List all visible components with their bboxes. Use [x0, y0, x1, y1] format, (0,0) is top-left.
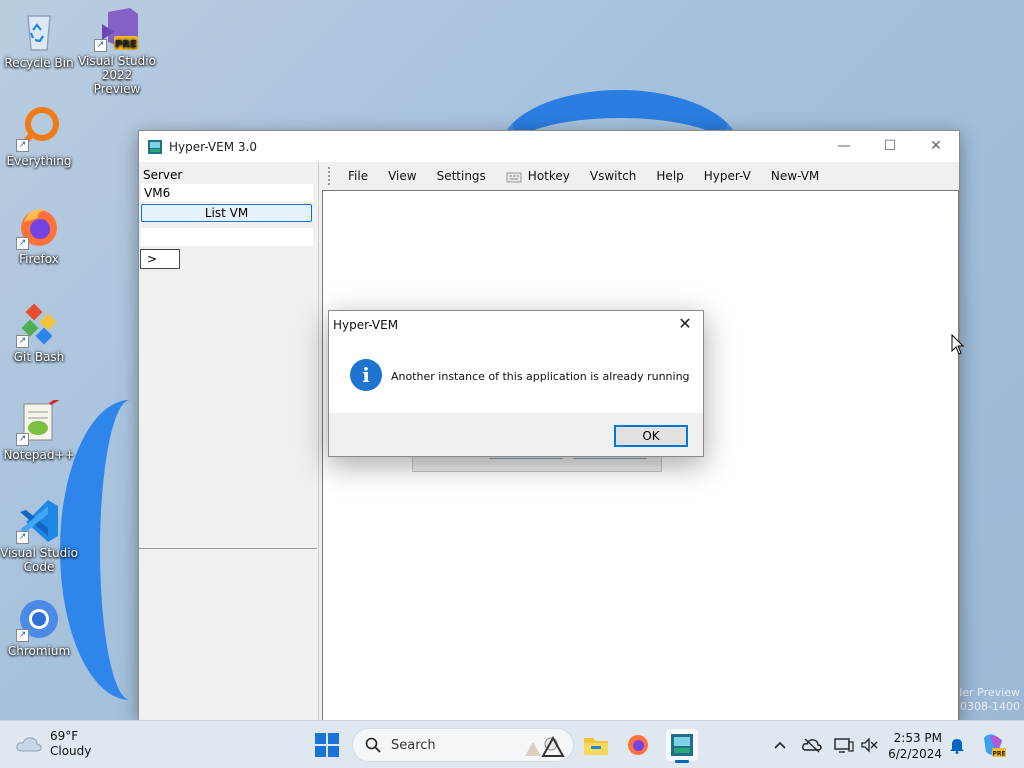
menu-new-vm[interactable]: New-VM: [761, 165, 829, 187]
desktop-icon-label: Chromium: [7, 644, 71, 658]
shortcut-arrow-icon: ↗: [16, 433, 29, 446]
desktop-icon-recycle-bin[interactable]: Recycle Bin: [0, 8, 78, 70]
close-button[interactable]: ✕: [913, 131, 959, 161]
vscode-icon: ↗: [16, 498, 62, 544]
menu-vswitch[interactable]: Vswitch: [580, 165, 647, 187]
desktop-icon-label: Notepad++: [3, 448, 75, 462]
everything-search-icon: ↗: [16, 106, 62, 152]
keyboard-icon: [506, 172, 522, 182]
search-highlight-icon: [525, 735, 565, 757]
dialog-title: Hyper-VEM: [333, 318, 399, 332]
search-icon: [365, 737, 381, 753]
desktop-icon-label: Git Bash: [13, 350, 65, 364]
maximize-button[interactable]: ☐: [867, 131, 913, 161]
shortcut-arrow-icon: ↗: [94, 39, 107, 52]
notepad-plus-plus-icon: ↗: [16, 396, 62, 446]
git-bash-icon: ↗: [16, 302, 62, 348]
clock-date: 6/2/2024: [888, 747, 942, 761]
weather-description: Cloudy: [50, 744, 92, 758]
desktop-icon-chromium[interactable]: ↗ Chromium: [0, 596, 78, 658]
menu-settings[interactable]: Settings: [427, 165, 496, 187]
lower-left-panel: [139, 549, 317, 722]
taskbar: 69°F Cloudy Search 2:53 PM 6/2/2024 PRE: [0, 720, 1024, 768]
dialog-close-button[interactable]: ✕: [675, 313, 695, 335]
server-label: Server: [143, 168, 183, 182]
toolbar-grip[interactable]: [328, 166, 332, 185]
cloud-icon: [16, 737, 42, 752]
svg-text:PRE: PRE: [115, 39, 137, 50]
desktop-icon-vscode[interactable]: ↗ Visual Studio Code: [0, 498, 78, 574]
clock-time: 2:53 PM: [893, 731, 942, 745]
taskbar-file-explorer[interactable]: [580, 729, 612, 761]
minimize-button[interactable]: —: [821, 131, 867, 161]
menu-hotkey[interactable]: Hotkey: [496, 165, 580, 187]
taskbar-hyper-vem[interactable]: [666, 729, 698, 763]
hyper-vem-app-icon: [671, 734, 693, 756]
shortcut-arrow-icon: ↗: [16, 531, 29, 544]
desktop-icon-notepad-plus-plus[interactable]: ↗ Notepad++: [0, 396, 78, 462]
menu-bar: File View Settings Hotkey Vswitch Help H…: [322, 162, 959, 189]
hyper-vem-app-icon: [148, 139, 162, 154]
notification-bell-icon[interactable]: [947, 735, 967, 755]
desktop-icon-label: Recycle Bin: [4, 56, 74, 70]
list-vm-button[interactable]: List VM: [141, 204, 312, 222]
show-hidden-icons-chevron-up-icon[interactable]: [770, 735, 790, 755]
copilot-preview-icon[interactable]: PRE: [980, 732, 1006, 758]
left-panel: Server VM6 List VM >: [139, 162, 319, 722]
windows-start-icon[interactable]: [314, 732, 340, 758]
desktop-icon-label: Visual Studio Code: [0, 546, 78, 574]
watermark-line: der Preview: [955, 686, 1020, 699]
filter-input[interactable]: [141, 228, 313, 246]
shortcut-arrow-icon: ↗: [16, 335, 29, 348]
active-app-indicator: [675, 760, 689, 763]
svg-text:PRE: PRE: [992, 751, 1005, 758]
shortcut-arrow-icon: ↗: [16, 237, 29, 250]
window-title: Hyper-VEM 3.0: [169, 139, 257, 154]
desktop-icon-visual-studio-preview[interactable]: PRE ↗ Visual Studio 2022 Preview: [78, 6, 156, 96]
desktop-icon-label: Visual Studio 2022 Preview: [78, 54, 156, 96]
taskbar-clock[interactable]: 2:53 PM 6/2/2024: [886, 730, 942, 762]
recycle-bin-icon: [16, 8, 62, 54]
desktop-icon-firefox[interactable]: ↗ Firefox: [0, 204, 78, 266]
message-dialog: Hyper-VEM ✕ i Another instance of this a…: [328, 310, 704, 457]
chromium-icon: ↗: [16, 596, 62, 642]
onedrive-icon[interactable]: [802, 735, 822, 755]
weather-widget[interactable]: 69°F Cloudy: [16, 729, 91, 759]
command-prompt-box[interactable]: >: [140, 249, 180, 269]
network-display-icon[interactable]: [834, 735, 854, 755]
window-controls: — ☐ ✕: [821, 131, 959, 161]
desktop-icon-label: Firefox: [19, 252, 59, 266]
watermark-line: 40308-1400: [953, 700, 1020, 713]
visual-studio-preview-icon: PRE ↗: [94, 6, 140, 52]
weather-temperature: 69°F: [50, 729, 79, 743]
desktop-icon-git-bash[interactable]: ↗ Git Bash: [0, 302, 78, 364]
shortcut-arrow-icon: ↗: [16, 139, 29, 152]
folder-icon: [584, 738, 608, 755]
firefox-icon: [628, 735, 648, 755]
window-titlebar[interactable]: Hyper-VEM 3.0 — ☐ ✕: [139, 131, 959, 162]
menu-view[interactable]: View: [378, 165, 426, 187]
taskbar-firefox[interactable]: [622, 729, 654, 761]
search-placeholder: Search: [391, 737, 436, 753]
mouse-cursor-icon: [951, 334, 965, 355]
desktop-icon-label: Everything: [6, 154, 72, 168]
taskbar-search[interactable]: Search: [352, 728, 574, 762]
desktop-watermark: der Preview 40308-1400: [953, 686, 1020, 714]
firefox-icon: ↗: [16, 204, 62, 250]
menu-hyperv[interactable]: Hyper-V: [694, 165, 761, 187]
dialog-message: Another instance of this application is …: [391, 370, 690, 383]
menu-help[interactable]: Help: [646, 165, 693, 187]
info-icon: i: [350, 359, 382, 391]
server-input[interactable]: VM6: [141, 184, 313, 202]
shortcut-arrow-icon: ↗: [16, 629, 29, 642]
volume-muted-icon[interactable]: [859, 735, 879, 755]
desktop-icon-everything[interactable]: ↗ Everything: [0, 106, 78, 168]
ok-button[interactable]: OK: [614, 425, 688, 447]
menu-file[interactable]: File: [338, 165, 378, 187]
menu-hotkey-label: Hotkey: [527, 168, 570, 183]
